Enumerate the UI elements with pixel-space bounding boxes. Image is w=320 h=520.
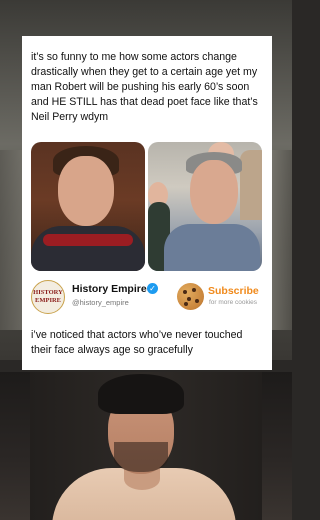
tweet-text: it’s so funny to me how some actors chan… xyxy=(31,51,258,123)
subscribe-button[interactable]: Subscribe xyxy=(208,285,259,297)
photo-young-actor[interactable] xyxy=(31,142,145,271)
face xyxy=(190,160,238,224)
cookie-chip xyxy=(183,290,187,294)
reaction-video[interactable] xyxy=(0,372,292,520)
tweet-card: it’s so funny to me how some actors chan… xyxy=(22,36,272,370)
subscribe-subtitle: for more cookies xyxy=(209,299,258,306)
background-person-right xyxy=(240,150,262,220)
source-name[interactable]: History Empire xyxy=(72,283,147,295)
source-handle[interactable]: @history_empire xyxy=(72,298,129,307)
jacket xyxy=(31,226,145,271)
logo-line-2: EMPIRE xyxy=(35,297,61,304)
reply-text: i’ve noticed that actors who’ve never to… xyxy=(31,329,243,356)
person-beard xyxy=(114,442,168,472)
cookie-chip xyxy=(192,288,196,292)
cookie-chip xyxy=(187,297,191,301)
cookie-chip xyxy=(195,299,199,303)
history-empire-logo[interactable]: HISTORY EMPIRE xyxy=(31,280,65,314)
collar xyxy=(43,234,133,246)
cookie-icon[interactable] xyxy=(177,283,204,310)
photo-older-actor[interactable] xyxy=(148,142,262,271)
cookie-chip xyxy=(184,302,188,306)
logo-line-1: HISTORY xyxy=(33,289,63,296)
person-hair xyxy=(98,374,184,414)
face xyxy=(58,156,114,226)
verified-badge-icon: ✓ xyxy=(147,283,158,294)
source-row: HISTORY EMPIRE History Empire ✓ @history… xyxy=(31,280,265,314)
shirt xyxy=(164,224,260,271)
background-wall-right xyxy=(270,150,292,330)
